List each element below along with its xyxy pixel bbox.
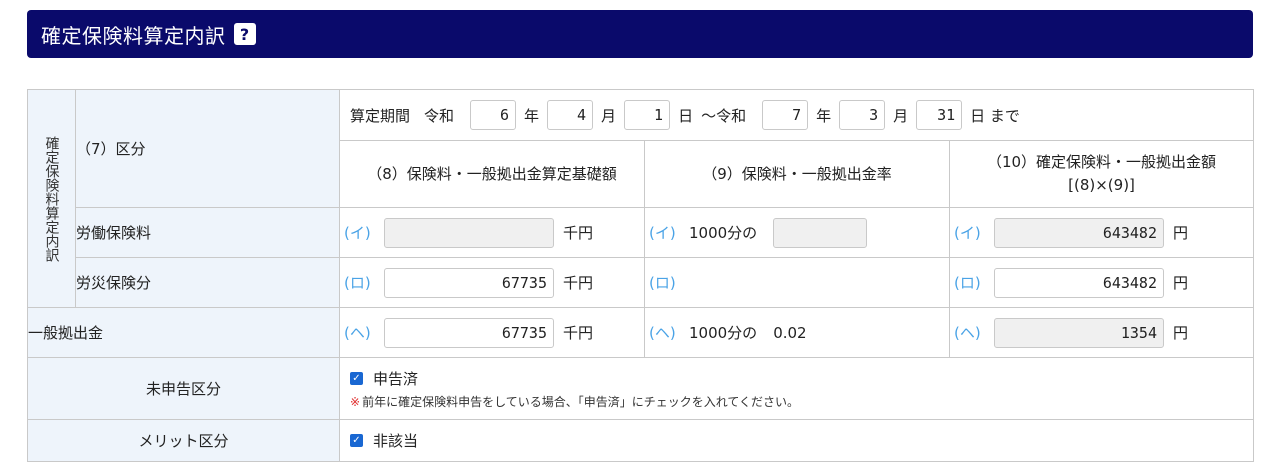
rate-value-he: 0.02: [773, 323, 807, 342]
row-label-text: 労働保険料: [76, 224, 152, 242]
unit-thousand-yen: 千円: [563, 324, 594, 342]
mishinkoku-note: ※ 前年に確定保険料申告をしている場合、「申告済」にチェックを入れてください。: [350, 393, 1253, 410]
rate-input-i[interactable]: [773, 217, 868, 248]
unit-yen: 円: [1173, 224, 1189, 242]
kubun-label-cell: （7）区分: [75, 89, 340, 208]
base-input-he[interactable]: [384, 317, 554, 348]
start-day-input[interactable]: [624, 100, 671, 130]
end-day-input[interactable]: [916, 100, 963, 130]
merit-label-cell: メリット区分: [27, 419, 340, 462]
year-unit: 年: [524, 106, 540, 125]
row-label-text: 一般拠出金: [28, 324, 104, 342]
end-year-unit: 年: [816, 106, 832, 125]
mishinkoku-value-cell: ✓ 申告済 ※ 前年に確定保険料申告をしている場合、「申告済」にチェックを入れてく…: [338, 357, 1255, 420]
row-label-text: 労災保険分: [76, 274, 152, 292]
shinkokuzumi-label: 申告済: [373, 369, 419, 388]
start-year-input[interactable]: [470, 100, 517, 130]
col8-header-text: （8）保険料・一般拠出金算定基礎額: [367, 164, 617, 183]
end-month-unit: 月: [893, 106, 909, 125]
section-vertical-label: 確定保険料算定内訳: [43, 135, 60, 262]
merit-label: メリット区分: [138, 432, 229, 450]
col9-header-text: （9）保険料・一般拠出金率: [702, 164, 892, 183]
row-label-rodo: 労働保険料: [75, 207, 340, 258]
period-label: 算定期間: [350, 106, 411, 125]
col8-header: （8）保険料・一般拠出金算定基礎額: [339, 140, 645, 208]
mark-ro: (ロ): [344, 274, 371, 292]
start-month-input[interactable]: [547, 100, 594, 130]
era-start: 令和: [424, 106, 455, 125]
period-separator: ～令和: [701, 106, 747, 125]
row-label-rosai: 労災保険分: [75, 257, 340, 308]
rate-cell-i: (イ) 1000分の: [644, 207, 950, 258]
kubun-label: （7）区分: [76, 140, 146, 158]
merit-value-cell: ✓ 非該当: [338, 419, 1255, 462]
period-cell: 算定期間 令和 年 月 日 ～令和 年 月 日 まで: [338, 89, 1255, 141]
shinkokuzumi-checkbox[interactable]: ✓: [350, 371, 363, 385]
mark-he: (ヘ): [344, 324, 371, 342]
note-mark: ※: [350, 394, 361, 409]
unit-yen: 円: [1173, 324, 1189, 342]
higaito-checkbox[interactable]: ✓: [350, 434, 363, 447]
unit-thousand-yen: 千円: [563, 274, 594, 292]
period-until: 日 まで: [970, 106, 1020, 125]
rate-cell-he: (ヘ) 1000分の 0.02: [644, 307, 950, 358]
note-text: 前年に確定保険料申告をしている場合、「申告済」にチェックを入れてください。: [362, 394, 799, 409]
mark-he: (ヘ): [649, 324, 676, 342]
mark-i: (イ): [954, 224, 981, 242]
col10-header-line1: （10）確定保険料・一般拠出金額: [986, 153, 1217, 171]
col9-header: （9）保険料・一般拠出金率: [644, 140, 950, 208]
base-input-ro[interactable]: [384, 267, 554, 298]
amount-cell-ro: (ロ) 円: [948, 257, 1255, 308]
row-label-ippan: 一般拠出金: [27, 307, 340, 358]
mark-i: (イ): [649, 224, 676, 242]
month-unit: 月: [601, 106, 617, 125]
unit-thousand-yen: 千円: [563, 224, 594, 242]
day-unit: 日: [678, 106, 694, 125]
amount-cell-i: (イ) 円: [948, 207, 1255, 258]
col10-header: （10）確定保険料・一般拠出金額 [(8)×(9)]: [948, 140, 1255, 208]
amount-input-he[interactable]: [994, 317, 1164, 348]
mark-i: (イ): [344, 224, 371, 242]
base-cell-he: (ヘ) 千円: [339, 307, 645, 358]
mark-ro: (ロ): [954, 274, 981, 292]
amount-cell-he: (ヘ) 円: [948, 307, 1255, 358]
mishinkoku-label-cell: 未申告区分: [27, 357, 340, 420]
mark-ro: (ロ): [649, 274, 676, 292]
rate-prefix: 1000分の: [689, 224, 758, 242]
mishinkoku-label: 未申告区分: [145, 380, 221, 398]
section-title: 確定保険料算定内訳: [41, 23, 226, 48]
amount-input-ro[interactable]: [994, 267, 1164, 298]
base-input-i[interactable]: [384, 217, 554, 248]
base-cell-i: (イ) 千円: [339, 207, 645, 258]
help-icon[interactable]: ?: [233, 23, 256, 45]
higaito-label: 非該当: [373, 432, 419, 450]
amount-input-i[interactable]: [994, 217, 1164, 248]
section-vertical-label-cell: 確定保険料算定内訳: [27, 89, 76, 308]
mark-he: (ヘ): [954, 324, 981, 342]
premium-breakdown-table: 確定保険料算定内訳 （7）区分 算定期間 令和 年 月 日 ～令和 年 月 日 …: [27, 89, 1255, 462]
end-year-input[interactable]: [762, 100, 809, 130]
base-cell-ro: (ロ) 千円: [339, 257, 645, 308]
end-month-input[interactable]: [839, 100, 886, 130]
col10-header-line2: [(8)×(9)]: [1068, 176, 1135, 194]
rate-cell-ro: (ロ): [644, 257, 950, 308]
rate-prefix: 1000分の: [689, 324, 758, 342]
section-header: 確定保険料算定内訳 ?: [27, 10, 1253, 58]
unit-yen: 円: [1173, 274, 1189, 292]
